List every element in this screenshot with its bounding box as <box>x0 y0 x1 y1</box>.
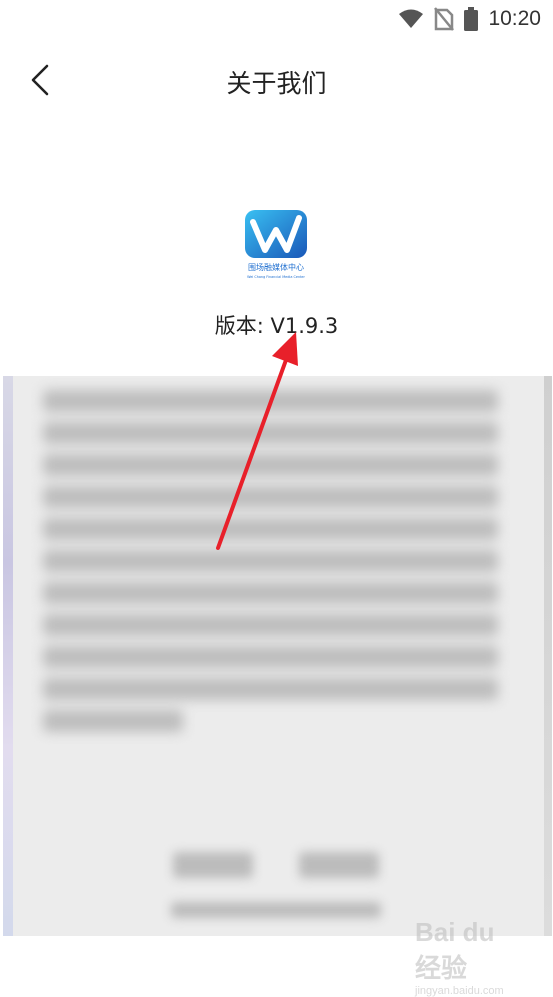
right-edge-shadow <box>544 376 552 936</box>
status-icons: 10:20 <box>398 6 541 32</box>
baidu-watermark: Bai du 经验 jingyan.baidu.com <box>415 917 525 997</box>
status-bar: 10:20 <box>0 0 553 40</box>
app-logo-icon: 围场融媒体中心 Wei Chang Financial Media Center <box>245 210 307 279</box>
logo-caption: 围场融媒体中心 <box>248 262 304 272</box>
logo-subcaption: Wei Chang Financial Media Center <box>247 275 305 279</box>
version-label: 版本: V1.9.3 <box>214 314 339 338</box>
page-title: 关于我们 <box>226 69 327 98</box>
no-sim-icon <box>434 7 455 31</box>
app-logo: 围场融媒体中心 Wei Chang Financial Media Center <box>243 208 309 280</box>
battery-icon <box>464 7 479 31</box>
blurred-link-right <box>299 852 379 878</box>
blurred-text <box>3 376 552 936</box>
status-time: 10:20 <box>488 7 541 30</box>
blurred-content <box>3 376 552 936</box>
blurred-link-left <box>173 852 253 878</box>
left-edge-shadow <box>3 376 13 936</box>
watermark-sub: jingyan.baidu.com <box>415 985 504 997</box>
nav-bar: 关于我们 <box>0 50 553 112</box>
watermark-main: Bai du 经验 <box>415 917 495 983</box>
blurred-copyright <box>171 902 381 918</box>
wifi-icon <box>399 9 424 28</box>
